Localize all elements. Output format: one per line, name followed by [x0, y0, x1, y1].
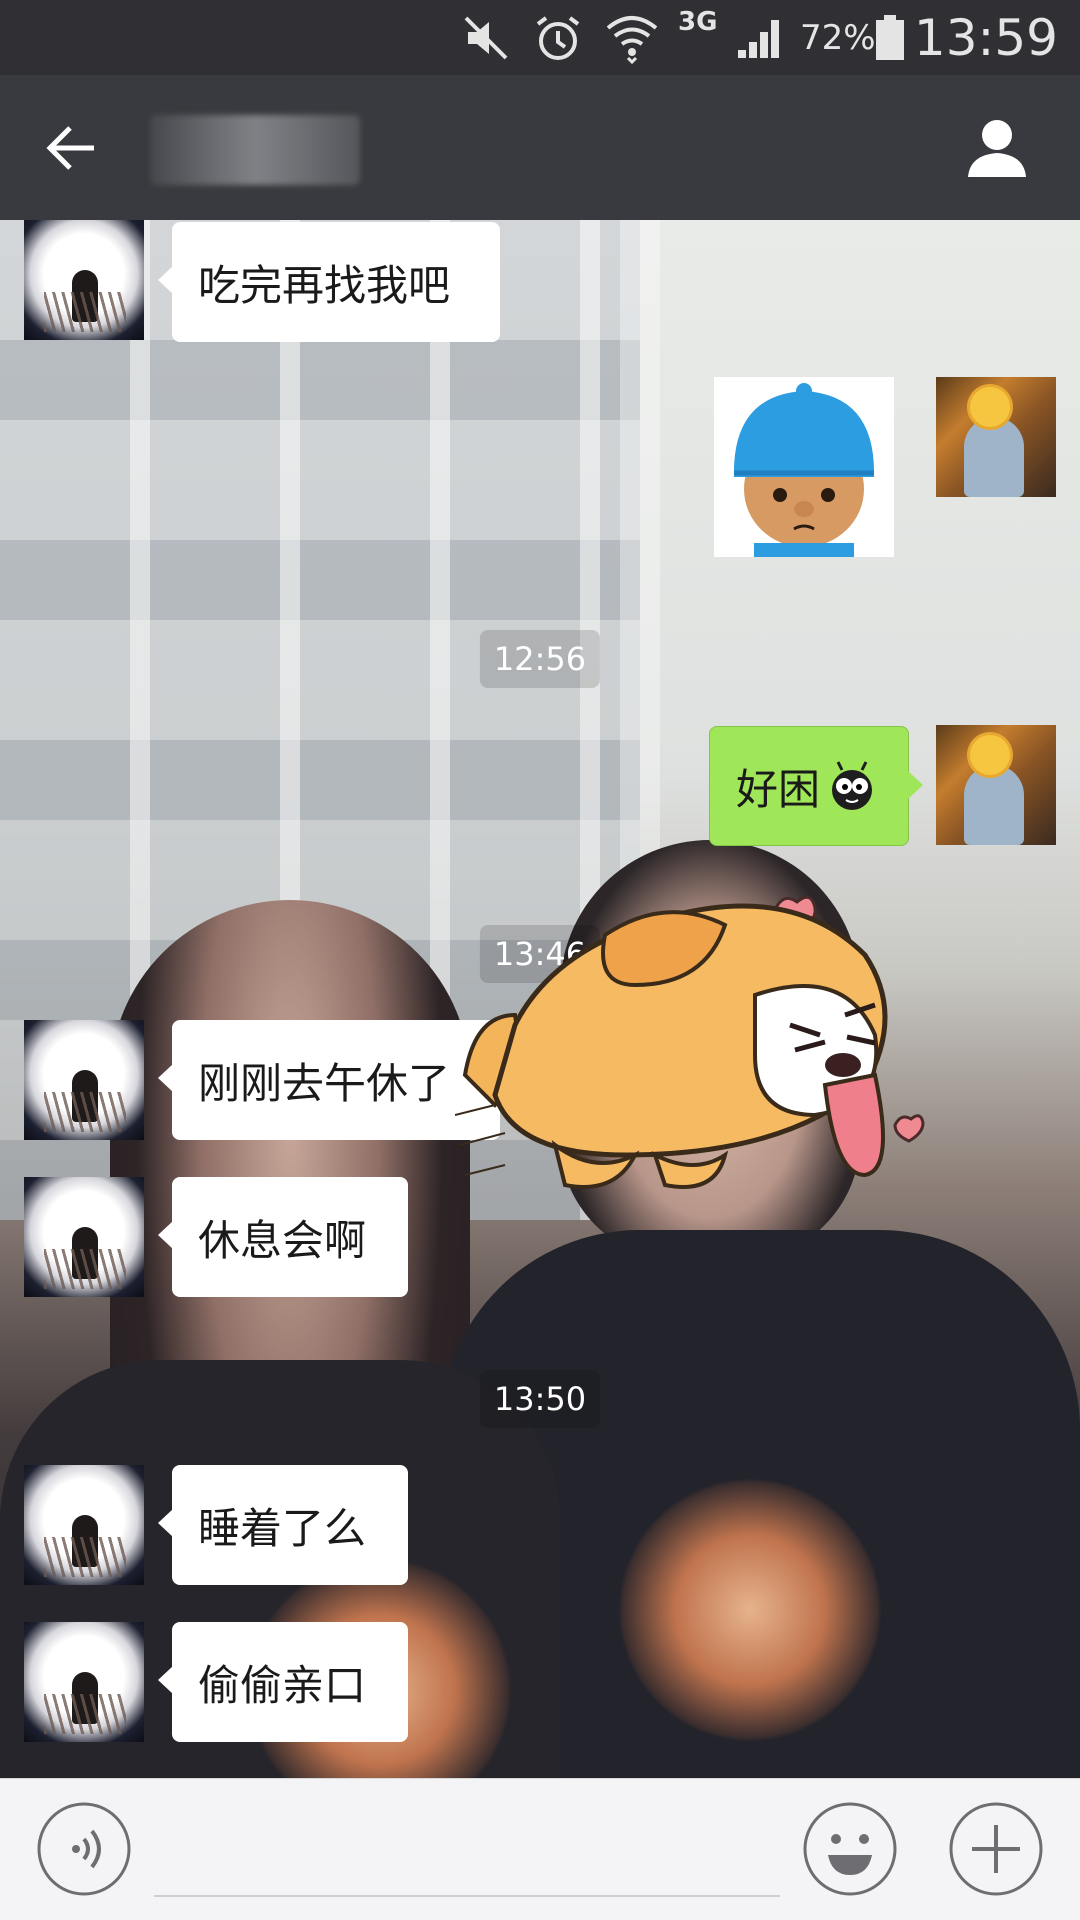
pocoyo-sticker[interactable]: [714, 377, 894, 557]
more-options-button[interactable]: [948, 1801, 1044, 1897]
friend-avatar[interactable]: [24, 1020, 144, 1140]
network-3g-icon: 3G: [678, 6, 718, 37]
bug-eyes-emoji-icon: [826, 760, 878, 812]
message-bubble-incoming[interactable]: 休息会啊: [158, 1177, 408, 1297]
friend-avatar[interactable]: [24, 1622, 144, 1742]
message-bubble-outgoing[interactable]: 好困: [709, 726, 923, 846]
message-text-input[interactable]: [154, 1801, 780, 1897]
back-button[interactable]: [38, 113, 108, 183]
message-bubble-incoming[interactable]: 刚刚去午休了: [158, 1020, 500, 1140]
timestamp: 13:50: [479, 1370, 601, 1428]
status-time: 13:59: [913, 8, 1058, 67]
message-bubble-incoming[interactable]: 睡着了么: [158, 1465, 408, 1585]
voice-input-button[interactable]: [36, 1801, 132, 1897]
person-icon: [968, 120, 1026, 177]
emoji-button[interactable]: [802, 1801, 898, 1897]
message-text: 好困: [736, 764, 821, 814]
running-dog-sticker: [454, 875, 925, 1225]
message-input-bar: [0, 1778, 1080, 1920]
message-bubble-incoming[interactable]: 偷偷亲口: [158, 1622, 408, 1742]
friend-avatar[interactable]: [24, 1465, 144, 1585]
my-avatar[interactable]: [936, 725, 1056, 845]
voice-icon: [37, 1802, 131, 1896]
battery-percent: 72%: [800, 17, 876, 58]
timestamp: 12:56: [479, 630, 601, 688]
battery-icon: [874, 0, 906, 75]
contact-profile-button[interactable]: [962, 113, 1032, 183]
signal-icon: [734, 0, 784, 75]
contact-name-title: [150, 115, 360, 185]
friend-avatar[interactable]: [24, 1177, 144, 1297]
arrow-left-icon: [46, 126, 94, 170]
wifi-icon: [604, 0, 660, 75]
message-bubble-incoming[interactable]: 吃完再找我吧: [158, 222, 500, 342]
chat-messages-area[interactable]: 吃完再找我吧 12:56 好困 13:46 刚刚去午休了 休息会啊 13:50: [0, 220, 1080, 1778]
friend-avatar[interactable]: [24, 220, 144, 340]
chat-header: [0, 75, 1080, 220]
alarm-icon: [532, 0, 584, 75]
smiley-icon: [803, 1802, 897, 1896]
mute-icon: [460, 0, 512, 75]
status-bar: 3G 72% 13:59: [0, 0, 1080, 75]
plus-icon: [949, 1802, 1043, 1896]
my-avatar[interactable]: [936, 377, 1056, 497]
